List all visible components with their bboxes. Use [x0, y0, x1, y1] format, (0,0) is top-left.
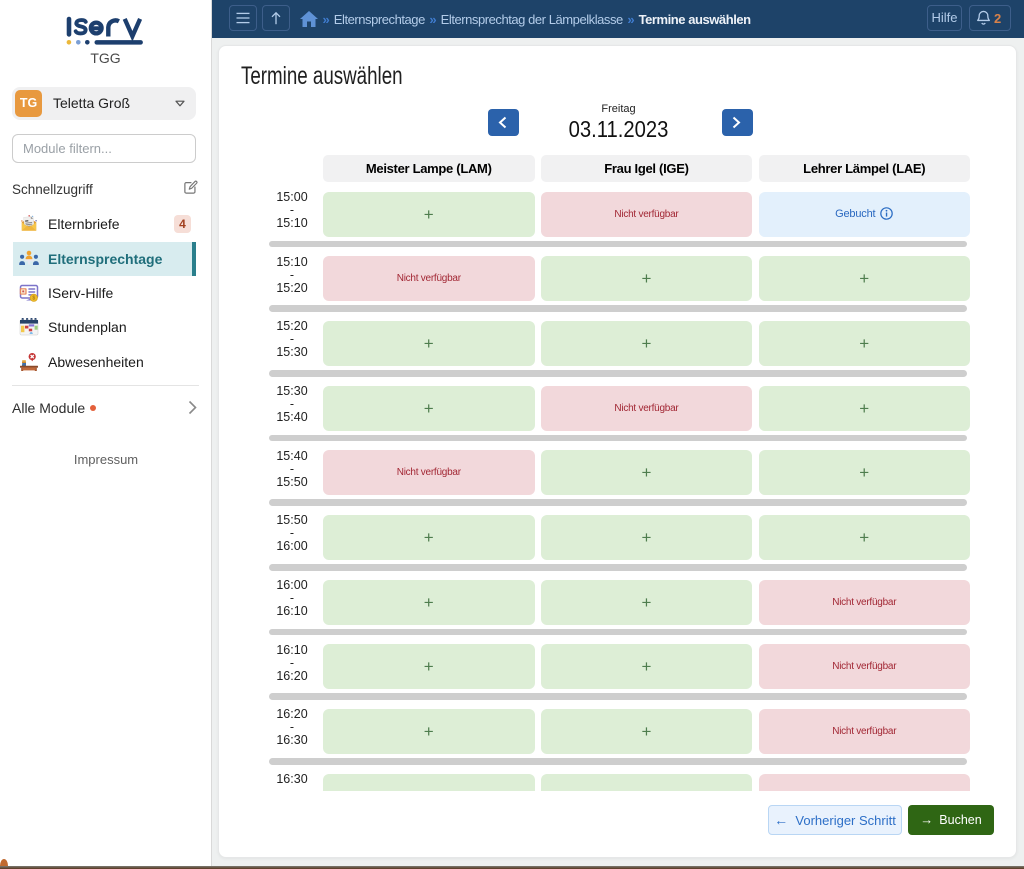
svg-text:$: $	[32, 295, 35, 301]
